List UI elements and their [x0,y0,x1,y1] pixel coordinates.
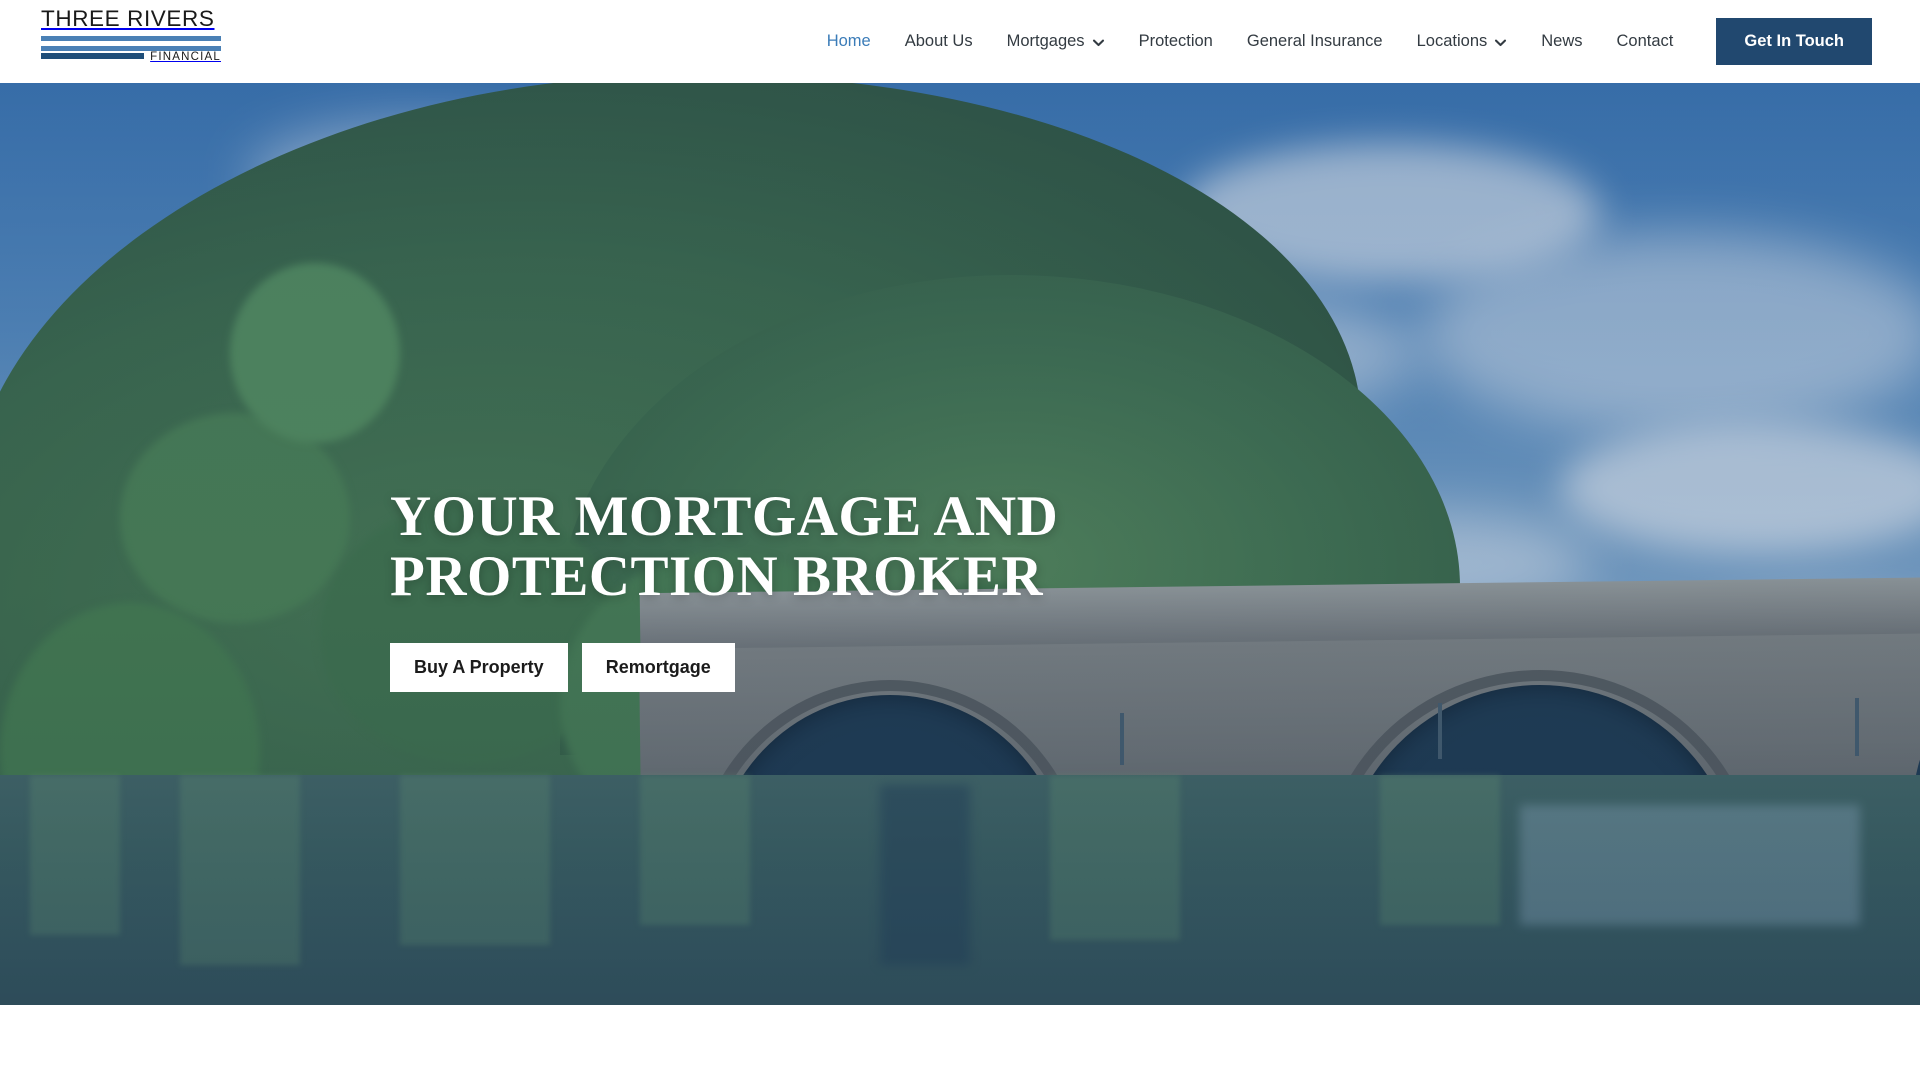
nav-label: General Insurance [1246,32,1383,50]
logo-bar-bottom [41,52,145,59]
nav-item-general-insurance[interactable]: General Insurance [1230,0,1400,83]
nav-label: News [1541,32,1583,50]
nav-item-contact[interactable]: Contact [1600,0,1691,83]
buy-a-property-button[interactable]: Buy A Property [390,643,568,692]
nav-label: Protection [1138,32,1213,50]
logo-bars: FINANCIAL [41,35,221,63]
get-in-touch-button[interactable]: Get In Touch [1716,18,1872,65]
nav-item-about-us[interactable]: About Us [888,0,990,83]
nav-label: About Us [904,32,973,50]
main-navigation: Home About Us Mortgages Protection Gener… [810,0,1872,83]
logo-wordmark: THREE RIVERS [41,6,215,31]
page-content-below-hero [0,1005,1920,1080]
logo-bar-top [41,35,221,41]
logo-bar-bottom-row: FINANCIAL [41,52,221,63]
chevron-down-icon [1494,36,1507,49]
nav-item-home[interactable]: Home [810,0,888,83]
nav-item-locations[interactable]: Locations [1400,0,1525,83]
hero-button-group: Buy A Property Remortgage [390,643,1390,692]
hero-content: YOUR MORTGAGE AND PROTECTION BROKER Buy … [390,487,1390,692]
nav-label: Contact [1616,32,1674,50]
nav-label: Locations [1416,32,1488,50]
hero-heading: YOUR MORTGAGE AND PROTECTION BROKER [390,485,1059,608]
logo-bar-middle [41,45,221,51]
nav-item-protection[interactable]: Protection [1122,0,1230,83]
remortgage-button[interactable]: Remortgage [581,643,735,692]
site-logo[interactable]: THREE RIVERS FINANCIAL [41,6,221,74]
nav-item-mortgages[interactable]: Mortgages [990,0,1122,83]
nav-label: Mortgages [1006,32,1085,50]
chevron-down-icon [1092,36,1105,49]
hero-section: YOUR MORTGAGE AND PROTECTION BROKER Buy … [0,83,1920,1005]
logo-sub-wordmark: FINANCIAL [150,51,221,64]
nav-label: Home [826,32,871,50]
nav-item-news[interactable]: News [1524,0,1599,83]
site-header: THREE RIVERS FINANCIAL Home About Us Mor… [0,0,1920,83]
